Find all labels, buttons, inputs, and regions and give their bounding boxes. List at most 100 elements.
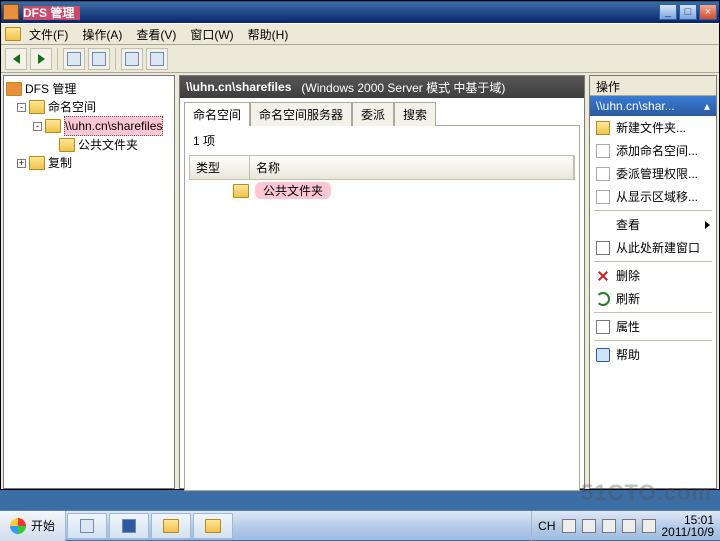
tool-4[interactable]	[146, 48, 168, 70]
folder-icon	[29, 100, 45, 114]
chevron-up-icon: ▴	[704, 99, 710, 113]
action-properties[interactable]: 属性	[590, 315, 716, 338]
tool-1[interactable]	[63, 48, 85, 70]
folder-icon	[233, 184, 249, 198]
lang-indicator[interactable]: CH	[538, 519, 555, 533]
folder-icon	[59, 138, 75, 152]
separator	[594, 261, 712, 262]
content-header: \\uhn.cn\sharefiles (Windows 2000 Server…	[180, 76, 584, 98]
action-label: 刷新	[616, 290, 640, 307]
action-label: 委派管理权限...	[616, 165, 698, 182]
tree-root[interactable]: DFS 管理	[6, 80, 172, 98]
action-refresh[interactable]: 刷新	[590, 287, 716, 310]
tree-share-label: \\uhn.cn\sharefiles	[64, 116, 163, 136]
chevron-right-icon	[705, 221, 710, 229]
tree-ns-label: 命名空间	[48, 98, 96, 116]
tree-share[interactable]: - \\uhn.cn\sharefiles	[6, 116, 172, 136]
folder-icon	[29, 156, 45, 170]
clock[interactable]: 15:012011/10/9	[662, 514, 715, 538]
expand-icon[interactable]: +	[17, 159, 26, 168]
action-new-folder[interactable]: 新建文件夹...	[590, 116, 716, 139]
action-delegate[interactable]: 委派管理权限...	[590, 162, 716, 185]
help-icon	[596, 348, 610, 362]
action-remove-display[interactable]: 从显示区域移...	[590, 185, 716, 208]
menu-action[interactable]: 操作(A)	[76, 24, 128, 45]
nav-fwd-button[interactable]	[30, 48, 52, 70]
taskbar-item[interactable]	[109, 513, 149, 539]
start-button[interactable]: 开始	[0, 511, 66, 541]
action-new-window[interactable]: 从此处新建窗口	[590, 236, 716, 259]
collapse-icon[interactable]: -	[17, 103, 26, 112]
nav-back-button[interactable]	[5, 48, 27, 70]
action-label: 从显示区域移...	[616, 188, 698, 205]
tabs: 命名空间 命名空间服务器 委派 搜索	[180, 98, 584, 126]
separator	[594, 312, 712, 313]
generic-icon	[150, 52, 164, 66]
menu-file[interactable]: 文件(F)	[23, 24, 74, 45]
folder-icon	[596, 121, 610, 135]
taskbar-item[interactable]	[193, 513, 233, 539]
doc-icon	[596, 144, 610, 158]
tray-icon[interactable]	[582, 519, 596, 533]
separator	[115, 48, 116, 70]
body-panes: DFS 管理 -命名空间 -\\uhn.cn\sharefiles 公共文件夹 …	[1, 73, 719, 491]
item-count: 1 项	[189, 130, 575, 155]
tray-icon[interactable]	[602, 519, 616, 533]
explorer-icon	[163, 519, 179, 533]
tray-icon[interactable]	[622, 519, 636, 533]
tray-icon[interactable]	[642, 519, 656, 533]
refresh-icon	[596, 292, 610, 306]
separator	[594, 340, 712, 341]
actions-sel-label: \\uhn.cn\shar...	[596, 99, 675, 113]
tray-icon[interactable]	[562, 519, 576, 533]
action-label: 删除	[616, 267, 640, 284]
content-pane: \\uhn.cn\sharefiles (Windows 2000 Server…	[179, 75, 585, 489]
system-tray[interactable]: CH 15:012011/10/9	[531, 511, 720, 541]
action-add-namespace[interactable]: 添加命名空间...	[590, 139, 716, 162]
tree[interactable]: DFS 管理 -命名空间 -\\uhn.cn\sharefiles 公共文件夹 …	[4, 76, 174, 176]
action-delete[interactable]: 删除	[590, 264, 716, 287]
taskbar-item[interactable]	[151, 513, 191, 539]
collapse-icon[interactable]: -	[33, 122, 42, 131]
taskbar[interactable]: 开始 CH 15:012011/10/9	[0, 510, 720, 540]
tree-root-label: DFS 管理	[25, 80, 76, 98]
server-icon	[80, 519, 94, 533]
toolbar	[1, 45, 719, 73]
tab-namespace[interactable]: 命名空间	[184, 102, 250, 126]
close-button[interactable]: ×	[699, 4, 717, 20]
dfs-window: DFS 管理 _ □ × 文件(F) 操作(A) 查看(V) 窗口(W) 帮助(…	[0, 0, 720, 490]
clock-time: 15:01	[662, 514, 715, 526]
tab-search[interactable]: 搜索	[394, 102, 436, 126]
taskbar-item[interactable]	[67, 513, 107, 539]
actions-selection[interactable]: \\uhn.cn\shar... ▴	[590, 96, 716, 116]
tree-pane: DFS 管理 -命名空间 -\\uhn.cn\sharefiles 公共文件夹 …	[3, 75, 175, 489]
app-icon	[3, 4, 19, 20]
tree-replication[interactable]: +复制	[6, 154, 172, 172]
menu-help[interactable]: 帮助(H)	[242, 24, 295, 45]
tree-namespace[interactable]: - 命名空间	[6, 98, 172, 116]
powershell-icon	[122, 519, 136, 533]
tool-2[interactable]	[88, 48, 110, 70]
menu-window[interactable]: 窗口(W)	[184, 24, 239, 45]
window-icon	[596, 241, 610, 255]
col-type[interactable]: 类型	[190, 156, 250, 179]
tool-3[interactable]	[121, 48, 143, 70]
tree-public[interactable]: 公共文件夹	[6, 136, 172, 154]
maximize-button[interactable]: □	[679, 4, 697, 20]
action-view[interactable]: 查看	[590, 213, 716, 236]
separator	[57, 48, 58, 70]
list-item[interactable]: 公共文件夹	[189, 180, 575, 201]
action-label: 查看	[616, 216, 640, 233]
titlebar[interactable]: DFS 管理 _ □ ×	[1, 1, 719, 23]
tab-body: 1 项 类型 名称 公共文件夹	[184, 125, 580, 491]
menu-view[interactable]: 查看(V)	[130, 24, 182, 45]
minimize-button[interactable]: _	[659, 4, 677, 20]
clock-date: 2011/10/9	[662, 526, 715, 538]
col-name[interactable]: 名称	[250, 156, 574, 179]
start-label: 开始	[31, 517, 55, 534]
tab-servers[interactable]: 命名空间服务器	[250, 102, 352, 126]
content-mode: (Windows 2000 Server 模式 中基于域)	[301, 79, 505, 96]
delete-icon	[596, 269, 610, 283]
tab-delegate[interactable]: 委派	[352, 102, 394, 126]
action-help[interactable]: 帮助	[590, 343, 716, 366]
